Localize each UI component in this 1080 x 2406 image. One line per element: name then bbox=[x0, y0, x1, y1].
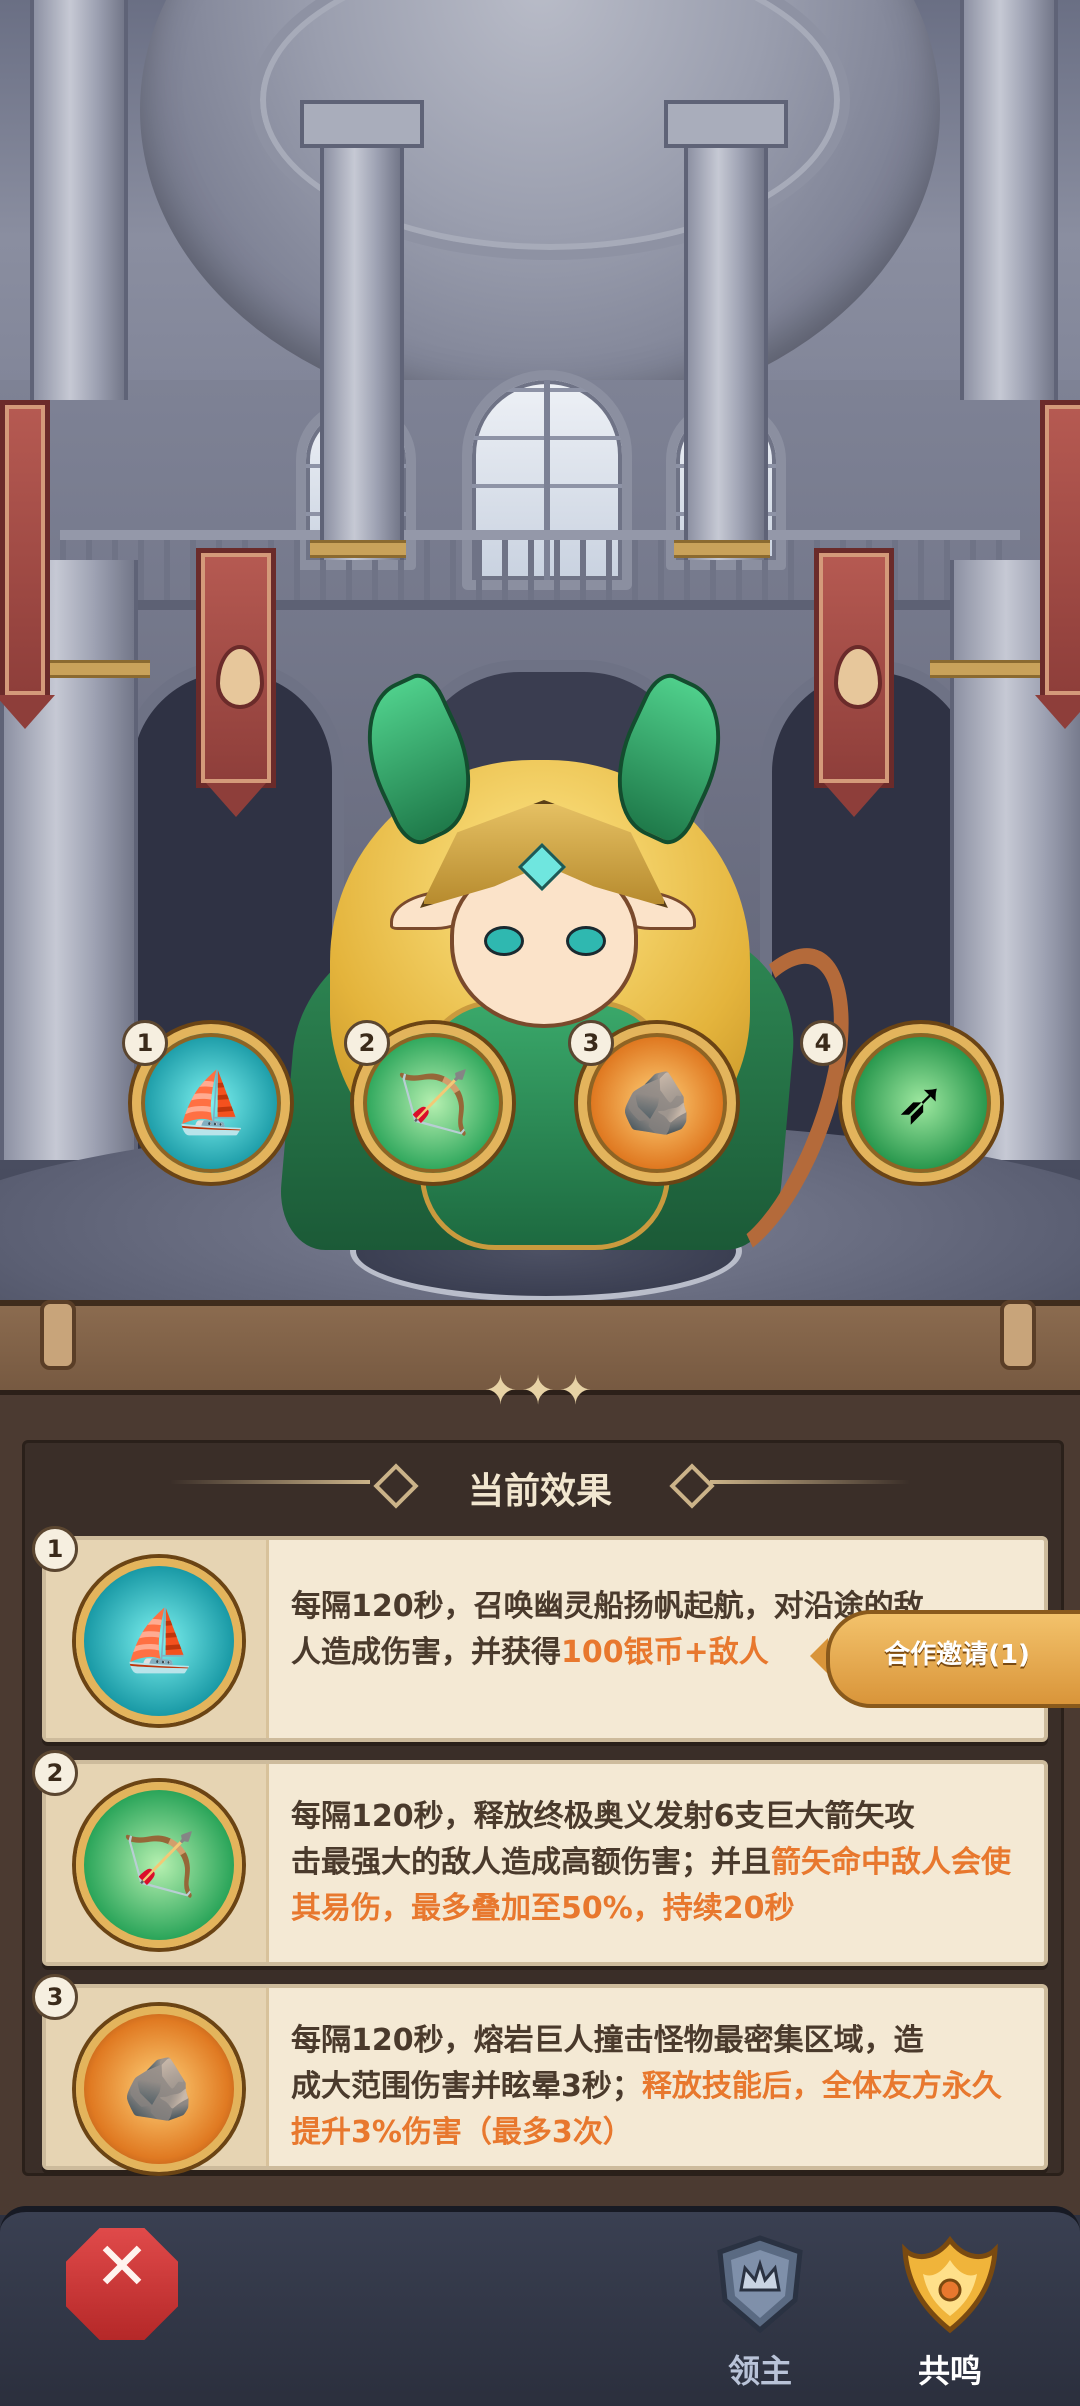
coop-invite-button[interactable]: 合作邀请(1) bbox=[826, 1610, 1080, 1708]
golden-wings-icon bbox=[895, 2230, 1005, 2340]
skill-number-2: 2 bbox=[344, 1020, 390, 1066]
skill-slot-4[interactable]: ➶ bbox=[842, 1024, 1000, 1182]
skill-number-4: 4 bbox=[800, 1020, 846, 1066]
effect-number-3: 3 bbox=[32, 1974, 78, 2020]
lava-giant-icon: 🪨 bbox=[619, 1068, 695, 1138]
effect-card-2[interactable]: 🏹 每隔120秒，释放终极奥义发射6支巨大箭矢攻 击最强大的敌人造成高额伤害；并… bbox=[42, 1760, 1048, 1966]
effect-text-3: 每隔120秒，熔岩巨人撞击怪物最密集区域，造 成大范围伤害并眩晕3秒；释放技能后… bbox=[291, 2023, 1002, 2150]
pillar bbox=[684, 140, 768, 560]
nav-resonance[interactable]: 共鸣 bbox=[880, 2230, 1020, 2390]
pillar-cap bbox=[664, 100, 788, 148]
pillar bbox=[960, 0, 1058, 400]
section-title: 当前效果 bbox=[467, 1471, 612, 1512]
panel-post-left bbox=[40, 1300, 76, 1370]
effect-card-3[interactable]: 🪨 每隔120秒，熔岩巨人撞击怪物最密集区域，造 成大范围伤害并眩晕3秒；释放技… bbox=[42, 1984, 1048, 2172]
skill-number-3: 3 bbox=[568, 1020, 614, 1066]
effect-number-1: 1 bbox=[32, 1526, 78, 1572]
green-arrow-icon: ➶ bbox=[895, 1068, 947, 1138]
hall-background: ⛵ 1 🏹 2 🪨 3 ➶ 4 bbox=[0, 0, 1080, 1320]
pillar-cap bbox=[300, 100, 424, 148]
skill-number-1: 1 bbox=[122, 1020, 168, 1066]
lava-giant-icon: 🪨 bbox=[76, 2006, 242, 2172]
hero-eye bbox=[484, 926, 524, 956]
shield-crown-icon bbox=[705, 2230, 815, 2340]
panel-post-right bbox=[1000, 1300, 1036, 1370]
decorative-stars-icon: ✦✦✦ bbox=[483, 1368, 597, 1414]
elf-archer-icon: 🏹 bbox=[395, 1068, 471, 1138]
banner bbox=[1035, 400, 1080, 729]
nav-lord-label: 领主 bbox=[727, 2352, 792, 2390]
effect-number-2: 2 bbox=[32, 1750, 78, 1796]
ghost-ship-icon: ⛵ bbox=[173, 1068, 249, 1138]
effect-text-2: 每隔120秒，释放终极奥义发射6支巨大箭矢攻 击最强大的敌人造成高额伤害；并且箭… bbox=[291, 1799, 1011, 1926]
nav-resonance-label: 共鸣 bbox=[917, 2352, 982, 2390]
hero-eye bbox=[566, 926, 606, 956]
nav-lord[interactable]: 领主 bbox=[690, 2230, 830, 2390]
banner bbox=[196, 548, 276, 817]
close-button[interactable]: ✕ bbox=[66, 2228, 178, 2340]
banner bbox=[0, 400, 55, 729]
gold-band bbox=[674, 540, 770, 558]
ghost-ship-icon: ⛵ bbox=[76, 1558, 242, 1724]
hero-elf-archer[interactable] bbox=[270, 666, 885, 1287]
gold-band bbox=[310, 540, 406, 558]
pillar bbox=[30, 0, 128, 400]
close-icon: ✕ bbox=[94, 2228, 150, 2305]
pillar bbox=[320, 140, 404, 560]
banner bbox=[814, 548, 894, 817]
elf-archer-icon: 🏹 bbox=[76, 1782, 242, 1948]
